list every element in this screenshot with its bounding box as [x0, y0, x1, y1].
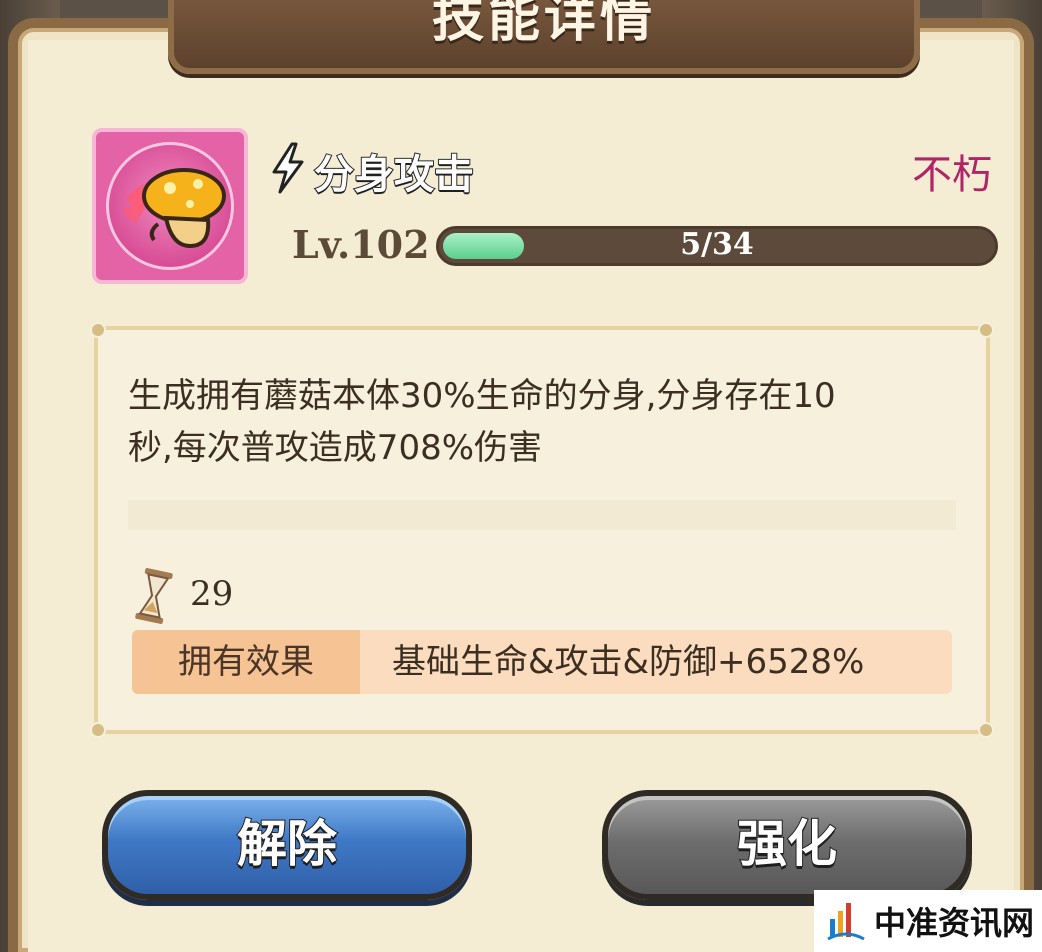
release-button[interactable]: 解除 — [102, 790, 472, 900]
skill-duration: 29 — [190, 574, 234, 614]
title-plate: 技能详情 — [168, 0, 920, 74]
enhance-button[interactable]: 强化 — [602, 790, 972, 900]
corner-ornament — [90, 722, 106, 738]
mushroom-clone-icon — [92, 128, 248, 284]
watermark-logo-icon — [827, 903, 865, 941]
progress-text: 5/34 — [680, 227, 754, 262]
corner-ornament — [90, 322, 106, 338]
skill-level: Lv.102 — [292, 222, 430, 267]
owned-effect-label: 拥有效果 — [132, 630, 360, 694]
level-progress-bar: 5/34 — [436, 226, 998, 266]
mushroom-icon — [122, 168, 226, 249]
description-box: 生成拥有蘑菇本体30%生命的分身,分身存在10 秒,每次普攻造成708%伤害 2… — [90, 322, 994, 738]
skill-name: 分身攻击 — [313, 151, 475, 199]
corner-ornament — [978, 722, 994, 738]
watermark: 中准资讯网 — [814, 890, 1042, 952]
owned-effect-row: 拥有效果 基础生命&攻击&防御+6528% — [132, 630, 952, 694]
hourglass-icon — [135, 568, 173, 624]
lightning-bolt-icon — [272, 142, 304, 194]
description-line: 秒,每次普攻造成708%伤害 — [128, 428, 543, 468]
description-divider — [128, 500, 956, 530]
owned-effect-value: 基础生命&攻击&防御+6528% — [392, 642, 865, 682]
page-title: 技能详情 — [431, 0, 656, 49]
description-line: 生成拥有蘑菇本体30%生命的分身,分身存在10 — [128, 376, 836, 416]
watermark-text: 中准资讯网 — [874, 904, 1035, 942]
skill-description: 生成拥有蘑菇本体30%生命的分身,分身存在10 秒,每次普攻造成708%伤害 — [128, 370, 948, 474]
rarity-label: 不朽 — [912, 152, 992, 198]
corner-ornament — [978, 322, 994, 338]
